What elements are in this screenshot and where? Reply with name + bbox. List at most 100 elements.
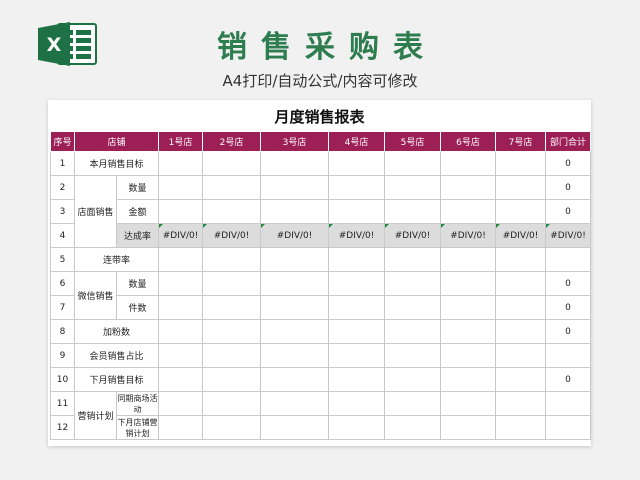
table-cell[interactable] bbox=[440, 151, 497, 176]
table-cell[interactable] bbox=[260, 367, 330, 392]
table-cell[interactable] bbox=[384, 175, 442, 200]
total-cell[interactable] bbox=[545, 391, 591, 416]
table-cell[interactable] bbox=[440, 415, 497, 440]
col-header-store-2[interactable]: 2号店 bbox=[202, 131, 262, 152]
row-number[interactable]: 4 bbox=[50, 223, 75, 248]
table-cell[interactable] bbox=[440, 199, 497, 224]
total-cell[interactable]: 0 bbox=[545, 175, 591, 200]
table-cell[interactable] bbox=[158, 175, 204, 200]
table-cell[interactable] bbox=[440, 175, 497, 200]
table-cell[interactable] bbox=[202, 415, 262, 440]
formula-cell[interactable]: #DIV/0! bbox=[158, 223, 204, 248]
total-cell[interactable] bbox=[545, 415, 591, 440]
table-cell[interactable] bbox=[260, 247, 330, 272]
formula-cell[interactable]: #DIV/0! bbox=[328, 223, 386, 248]
row-number[interactable]: 11 bbox=[50, 391, 75, 416]
row-number[interactable]: 7 bbox=[50, 295, 75, 320]
table-cell[interactable] bbox=[384, 391, 442, 416]
table-cell[interactable] bbox=[202, 295, 262, 320]
table-cell[interactable] bbox=[158, 295, 204, 320]
table-cell[interactable] bbox=[328, 247, 386, 272]
row-label[interactable]: 会员销售占比 bbox=[73, 343, 160, 368]
col-header-store[interactable]: 店铺 bbox=[73, 131, 160, 152]
formula-cell[interactable]: #DIV/0! bbox=[384, 223, 442, 248]
table-cell[interactable] bbox=[495, 199, 547, 224]
table-cell[interactable] bbox=[158, 415, 204, 440]
table-cell[interactable] bbox=[495, 247, 547, 272]
table-cell[interactable] bbox=[260, 175, 330, 200]
total-cell[interactable] bbox=[545, 247, 591, 272]
row-label[interactable]: 加粉数 bbox=[73, 319, 160, 344]
table-cell[interactable] bbox=[260, 199, 330, 224]
col-header-store-3[interactable]: 3号店 bbox=[260, 131, 330, 152]
table-cell[interactable] bbox=[384, 319, 442, 344]
col-header-store-6[interactable]: 6号店 bbox=[440, 131, 497, 152]
table-cell[interactable] bbox=[328, 271, 386, 296]
table-cell[interactable] bbox=[158, 343, 204, 368]
table-cell[interactable] bbox=[384, 271, 442, 296]
table-cell[interactable] bbox=[328, 343, 386, 368]
table-cell[interactable] bbox=[440, 247, 497, 272]
row-number[interactable]: 2 bbox=[50, 175, 75, 200]
table-cell[interactable] bbox=[260, 151, 330, 176]
table-cell[interactable] bbox=[260, 415, 330, 440]
row-label[interactable]: 本月销售目标 bbox=[73, 151, 160, 176]
table-cell[interactable] bbox=[328, 391, 386, 416]
table-cell[interactable] bbox=[158, 271, 204, 296]
table-cell[interactable] bbox=[202, 271, 262, 296]
total-cell[interactable]: 0 bbox=[545, 271, 591, 296]
table-cell[interactable] bbox=[495, 367, 547, 392]
row-number[interactable]: 8 bbox=[50, 319, 75, 344]
sub-label[interactable]: 达成率 bbox=[115, 223, 160, 248]
col-header-store-7[interactable]: 7号店 bbox=[495, 131, 547, 152]
table-cell[interactable] bbox=[202, 343, 262, 368]
table-cell[interactable] bbox=[495, 295, 547, 320]
table-cell[interactable] bbox=[440, 319, 497, 344]
table-cell[interactable] bbox=[202, 151, 262, 176]
formula-cell[interactable]: #DIV/0! bbox=[260, 223, 330, 248]
col-header-total[interactable]: 部门合计 bbox=[545, 131, 591, 152]
sub-label[interactable]: 件数 bbox=[115, 295, 160, 320]
table-cell[interactable] bbox=[328, 367, 386, 392]
col-header-no[interactable]: 序号 bbox=[50, 131, 75, 152]
table-cell[interactable] bbox=[260, 271, 330, 296]
formula-cell[interactable]: #DIV/0! bbox=[202, 223, 262, 248]
table-cell[interactable] bbox=[202, 367, 262, 392]
table-cell[interactable] bbox=[158, 319, 204, 344]
table-cell[interactable] bbox=[158, 367, 204, 392]
table-cell[interactable] bbox=[440, 295, 497, 320]
sub-label[interactable]: 数量 bbox=[115, 271, 160, 296]
table-cell[interactable] bbox=[384, 151, 442, 176]
table-cell[interactable] bbox=[328, 319, 386, 344]
table-cell[interactable] bbox=[328, 415, 386, 440]
table-cell[interactable] bbox=[384, 343, 442, 368]
col-header-store-1[interactable]: 1号店 bbox=[158, 131, 204, 152]
total-cell[interactable]: 0 bbox=[545, 295, 591, 320]
formula-cell[interactable]: #DIV/0! bbox=[495, 223, 547, 248]
table-cell[interactable] bbox=[328, 151, 386, 176]
group-label-marketing-plan[interactable]: 营销计划 bbox=[74, 391, 117, 440]
table-cell[interactable] bbox=[384, 199, 442, 224]
row-label[interactable]: 连带率 bbox=[73, 247, 160, 272]
table-cell[interactable] bbox=[495, 175, 547, 200]
row-number[interactable]: 10 bbox=[50, 367, 75, 392]
table-cell[interactable] bbox=[260, 319, 330, 344]
table-cell[interactable] bbox=[495, 343, 547, 368]
total-cell[interactable] bbox=[545, 343, 591, 368]
table-cell[interactable] bbox=[384, 295, 442, 320]
table-cell[interactable] bbox=[495, 151, 547, 176]
table-cell[interactable] bbox=[440, 271, 497, 296]
formula-cell[interactable]: #DIV/0! bbox=[440, 223, 497, 248]
table-cell[interactable] bbox=[260, 343, 330, 368]
total-cell[interactable]: 0 bbox=[545, 199, 591, 224]
formula-cell[interactable]: #DIV/0! bbox=[545, 223, 591, 248]
table-cell[interactable] bbox=[384, 247, 442, 272]
table-cell[interactable] bbox=[384, 415, 442, 440]
total-cell[interactable]: 0 bbox=[545, 319, 591, 344]
table-cell[interactable] bbox=[440, 391, 497, 416]
table-cell[interactable] bbox=[158, 247, 204, 272]
table-cell[interactable] bbox=[202, 391, 262, 416]
row-number[interactable]: 3 bbox=[50, 199, 75, 224]
table-cell[interactable] bbox=[158, 391, 204, 416]
group-label-store-sales[interactable]: 店面销售 bbox=[74, 175, 117, 248]
